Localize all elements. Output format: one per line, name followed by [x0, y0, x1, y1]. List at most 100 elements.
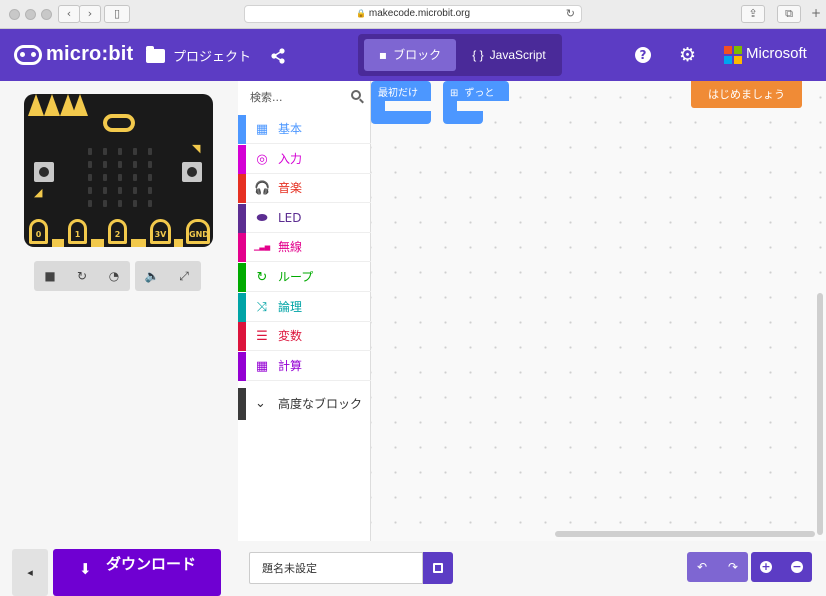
- tabs-overview-icon[interactable]: ⧉: [777, 5, 801, 23]
- minimize-window-icon[interactable]: [25, 9, 36, 20]
- category-color-bar: [238, 388, 246, 420]
- button-b[interactable]: [182, 162, 202, 182]
- led-pixel: [118, 161, 122, 168]
- new-tab-icon[interactable]: +: [811, 6, 821, 20]
- loop-icon: ↻: [256, 270, 268, 285]
- close-window-icon[interactable]: [9, 9, 20, 20]
- help-icon[interactable]: ?: [635, 47, 651, 63]
- horizontal-scrollbar[interactable]: [555, 531, 815, 537]
- grid-icon: ▦: [255, 122, 269, 137]
- pin-2[interactable]: 2: [108, 219, 127, 244]
- microsoft-label[interactable]: Microsoft: [746, 45, 807, 62]
- javascript-mode-tab[interactable]: { } JavaScript: [462, 39, 556, 71]
- pin-gnd[interactable]: GND: [186, 219, 210, 244]
- redo-icon[interactable]: ↷: [718, 552, 748, 582]
- button-b-marker-icon: ◥: [192, 142, 201, 155]
- on-start-block[interactable]: 最初だけ: [371, 81, 431, 125]
- led-pixel: [88, 148, 92, 155]
- category-item[interactable]: ↻ ループ: [238, 263, 371, 292]
- slow-motion-icon[interactable]: ◔: [98, 261, 130, 291]
- category-item[interactable]: 🎧 音楽: [238, 174, 371, 204]
- share-icon[interactable]: [270, 48, 286, 64]
- board-edge-decoration: [44, 94, 60, 116]
- microbit-logo[interactable]: micro:bit: [14, 43, 133, 66]
- category-item[interactable]: ⬬ LED: [238, 203, 371, 233]
- board-logo-icon: [103, 114, 135, 132]
- tutorial-start-button[interactable]: はじめましょう: [691, 81, 802, 108]
- forward-button[interactable]: ›: [79, 5, 101, 23]
- microbit-simulator[interactable]: ◢ ◥ 0 1 2 3V GND: [24, 94, 213, 247]
- pin-1[interactable]: 1: [68, 219, 87, 244]
- sidebar-toggle-icon[interactable]: ▯: [104, 5, 130, 23]
- restart-icon[interactable]: ↻: [66, 261, 98, 291]
- led-pixel: [103, 200, 107, 207]
- led-pixel: [118, 148, 122, 155]
- braces-icon: { }: [472, 48, 484, 62]
- category-color-bar: [238, 144, 246, 174]
- led-pixel: [103, 148, 107, 155]
- toolbox: 検索... ▦ 基本 ◎ 入力 🎧 音楽 ⬬ LED ▁▃▅ 無線 ↻ ループ ⤨ 論理 ☰ 変数 ▦ 計算 ⌄ …: [238, 81, 371, 541]
- led-pixel: [88, 187, 92, 194]
- toolbox-search[interactable]: 検索...: [238, 81, 371, 113]
- reload-icon[interactable]: ↻: [566, 6, 575, 22]
- category-item[interactable]: ⤨ 論理: [238, 292, 371, 322]
- category-item[interactable]: ☰ 変数: [238, 322, 371, 352]
- share-browser-icon[interactable]: ⇪: [741, 5, 765, 23]
- projects-button[interactable]: プロジェクト: [146, 45, 251, 65]
- blocks-mode-label: ブロック: [393, 48, 442, 62]
- gear-icon[interactable]: ⚙: [679, 44, 696, 66]
- forever-label: ずっと: [464, 88, 495, 99]
- category-color-bar: [238, 351, 246, 381]
- address-bar[interactable]: 🔒 makecode.microbit.org ↻: [244, 5, 582, 23]
- view-controls: 🔈 ⤢: [135, 261, 201, 291]
- board-edge-decoration: [28, 94, 44, 116]
- zoom-group: + −: [751, 552, 812, 582]
- collapse-simulator-button[interactable]: ◂: [12, 549, 48, 596]
- stop-icon[interactable]: ■: [34, 261, 66, 291]
- project-name-input[interactable]: [249, 552, 423, 584]
- led-pixel: [148, 148, 152, 155]
- zoom-out-button[interactable]: −: [782, 552, 812, 582]
- undo-icon[interactable]: ↶: [687, 552, 717, 582]
- app-header: micro:bit プロジェクト ▪ ブロック { } JavaScript ? ⚙…: [0, 29, 826, 81]
- forever-block[interactable]: ⊞ ずっと: [443, 81, 509, 125]
- puzzle-icon: ▪: [378, 48, 388, 62]
- blocks-mode-tab[interactable]: ▪ ブロック: [364, 39, 456, 71]
- download-button[interactable]: ⬇ ダウンロード: [53, 549, 221, 596]
- led-pixel: [148, 200, 152, 207]
- category-item[interactable]: ▦ 計算: [238, 351, 371, 381]
- category-item[interactable]: ▁▃▅ 無線: [238, 233, 371, 263]
- search-input[interactable]: 検索...: [250, 91, 283, 104]
- pin-connector: [174, 239, 183, 247]
- url-text: makecode.microbit.org: [368, 8, 471, 19]
- maximize-window-icon[interactable]: [41, 9, 52, 20]
- button-a[interactable]: [34, 162, 54, 182]
- pin-strip: 0 1 2 3V GND: [24, 217, 213, 247]
- sound-icon[interactable]: 🔈: [136, 261, 168, 291]
- button-a-marker-icon: ◢: [34, 186, 43, 199]
- category-color-bar: [238, 263, 246, 292]
- led-pixel: [88, 161, 92, 168]
- pin-0[interactable]: 0: [29, 219, 48, 244]
- led-pixel: [103, 161, 107, 168]
- led-pixel: [133, 148, 137, 155]
- vertical-scrollbar[interactable]: [817, 293, 823, 535]
- category-item[interactable]: ▦ 基本: [238, 115, 371, 144]
- pin-3v[interactable]: 3V: [150, 219, 171, 244]
- led-pixel: [133, 161, 137, 168]
- category-item[interactable]: ◎ 入力: [238, 144, 371, 174]
- category-color-bar: [238, 233, 246, 263]
- pin-connector: [131, 239, 146, 247]
- blocks-workspace[interactable]: 最初だけ ⊞ ずっと: [371, 81, 826, 541]
- simulator-panel: ◢ ◥ 0 1 2 3V GND ■ ↻ ◔ 🔈 ⤢: [0, 81, 238, 541]
- category-color-bar: [238, 322, 246, 352]
- list-icon: ☰: [256, 329, 268, 345]
- back-button[interactable]: ‹: [58, 5, 80, 23]
- category-color-bar: [238, 115, 246, 144]
- fullscreen-icon[interactable]: ⤢: [168, 261, 200, 291]
- browser-toolbar: ‹ › ▯ 🔒 makecode.microbit.org ↻ ⇪ ⧉ +: [0, 0, 826, 29]
- advanced-category[interactable]: ⌄ 高度なブロック: [238, 388, 371, 420]
- save-button[interactable]: [423, 552, 453, 584]
- led-pixel: [118, 174, 122, 181]
- zoom-in-button[interactable]: +: [751, 552, 781, 582]
